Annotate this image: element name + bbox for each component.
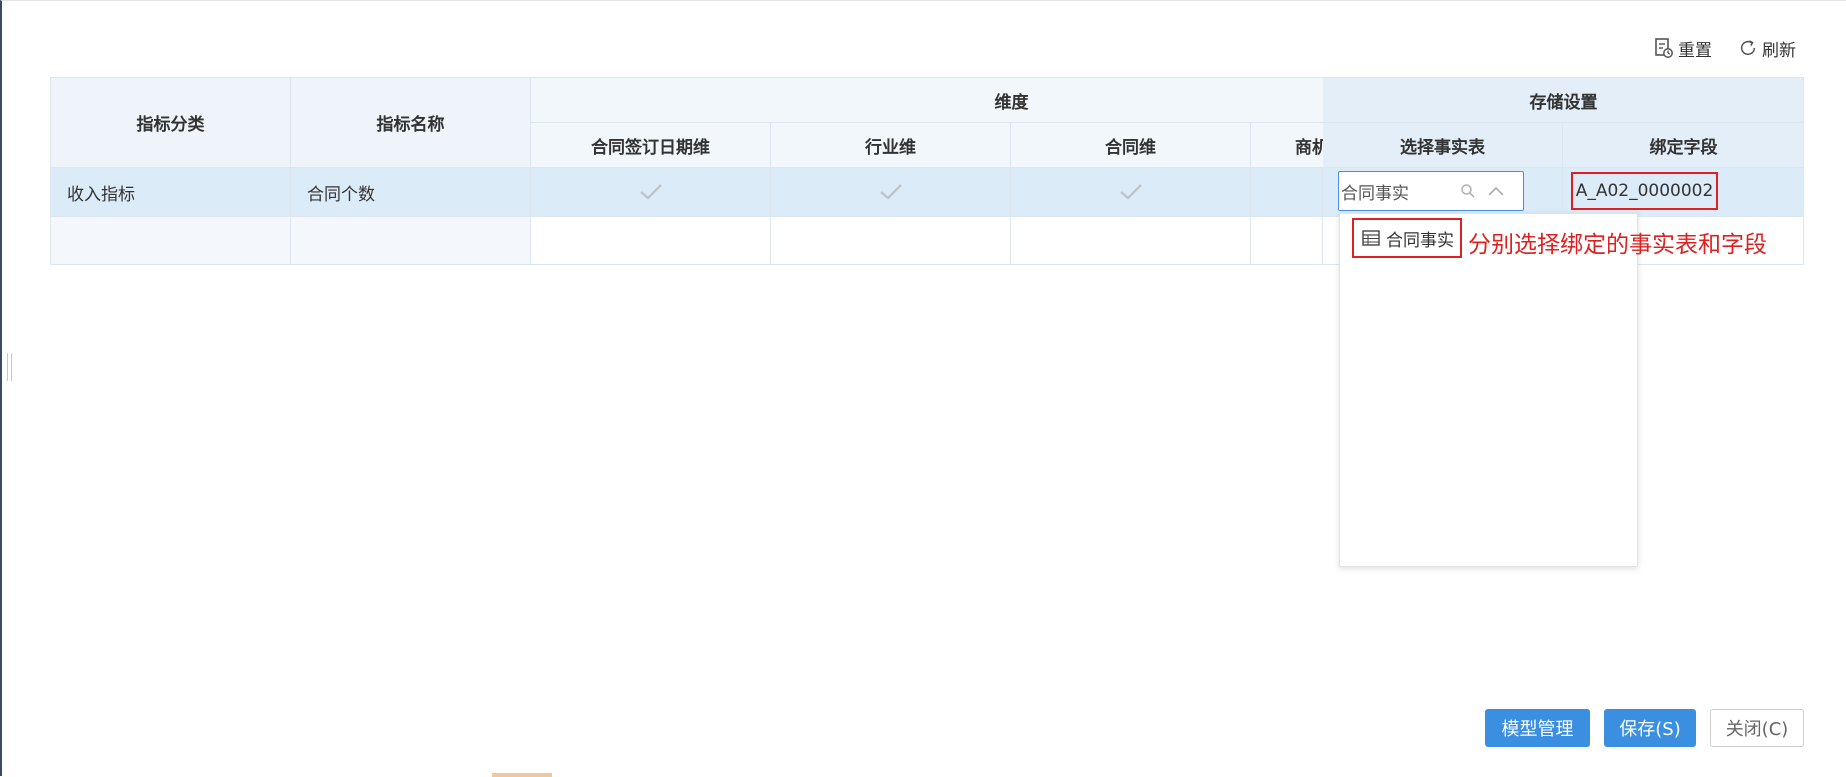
- model-manage-button[interactable]: 模型管理: [1485, 709, 1590, 747]
- header-dim-contract: 合同维: [1011, 123, 1251, 168]
- table-icon: [1362, 229, 1380, 247]
- search-icon[interactable]: [1457, 180, 1479, 202]
- header-dimension-group: 维度: [531, 78, 1373, 123]
- dropdown-option[interactable]: 合同事实: [1352, 218, 1462, 258]
- header-storage-group: 存储设置: [1323, 78, 1803, 123]
- empty-row-cell[interactable]: [771, 217, 1011, 264]
- header-bind-field: 绑定字段: [1563, 123, 1803, 168]
- row-name-cell[interactable]: 合同个数: [291, 168, 531, 217]
- row-dim-sign-date-cell[interactable]: [531, 168, 771, 217]
- annotation-text: 分别选择绑定的事实表和字段: [1468, 232, 1767, 258]
- fact-table-dropdown: 合同事实: [1339, 213, 1638, 567]
- header-name: 指标名称: [291, 78, 531, 168]
- check-icon: [879, 184, 902, 200]
- dialog-window: 重置 刷新 指标分类 指标名称 维度 合同签订日期维 行业维 合同维 商机 存储…: [0, 0, 1846, 777]
- row-dim-industry-cell[interactable]: [771, 168, 1011, 217]
- header-dim-industry: 行业维: [771, 123, 1011, 168]
- row-dim-contract-cell[interactable]: [1011, 168, 1251, 217]
- chevron-up-icon[interactable]: [1485, 180, 1507, 202]
- reset-icon: [1654, 37, 1674, 59]
- empty-row-category-cell[interactable]: [51, 217, 291, 264]
- empty-row-cell[interactable]: [531, 217, 771, 264]
- refresh-icon: [1738, 37, 1758, 59]
- header-dim-sign-date: 合同签订日期维: [531, 123, 771, 168]
- fact-table-input[interactable]: [1339, 181, 1457, 201]
- header-category: 指标分类: [51, 78, 291, 168]
- empty-row-name-cell[interactable]: [291, 217, 531, 264]
- reset-label: 重置: [1678, 40, 1712, 61]
- refresh-button[interactable]: 刷新: [1738, 35, 1796, 61]
- dropdown-option-label: 合同事实: [1386, 230, 1454, 251]
- refresh-label: 刷新: [1762, 40, 1796, 61]
- bind-field-value[interactable]: A_A02_0000002: [1571, 172, 1718, 210]
- empty-row-cell[interactable]: [1011, 217, 1251, 264]
- resize-handle[interactable]: [7, 353, 12, 381]
- header-fact-table: 选择事实表: [1323, 123, 1563, 168]
- check-icon: [639, 184, 662, 200]
- dimension-group-label: 维度: [994, 92, 1029, 113]
- check-icon: [1119, 184, 1142, 200]
- background-strip: [492, 773, 552, 777]
- close-button[interactable]: 关闭(C): [1710, 709, 1804, 747]
- row-category-cell[interactable]: 收入指标: [51, 168, 291, 217]
- empty-row-cell[interactable]: [1251, 217, 1323, 264]
- fact-table-select[interactable]: [1338, 171, 1524, 211]
- row-dim-opportunity-cell[interactable]: [1251, 168, 1323, 217]
- save-button[interactable]: 保存(S): [1604, 709, 1696, 747]
- reset-button[interactable]: 重置: [1654, 35, 1712, 61]
